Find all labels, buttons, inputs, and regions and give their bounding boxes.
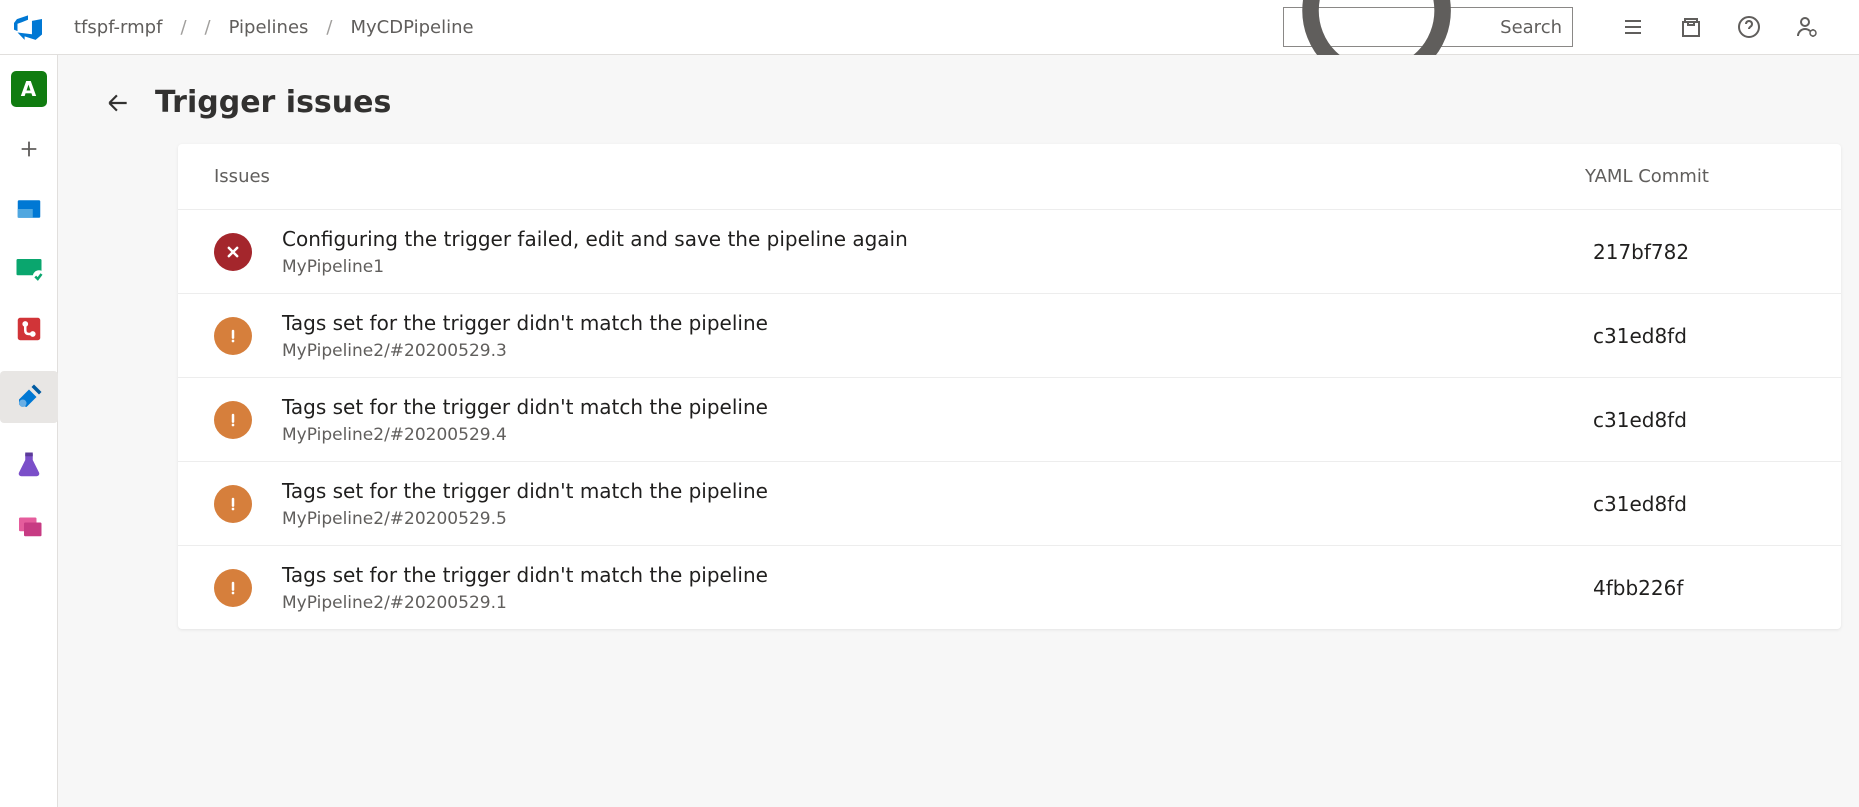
issues-card: Issues YAML Commit Configuring the trigg… <box>178 144 1841 629</box>
commit-hash[interactable]: c31ed8fd <box>1585 324 1805 348</box>
breadcrumb-separator: / <box>326 17 332 38</box>
breadcrumb-pipeline[interactable]: MyCDPipeline <box>351 17 474 38</box>
user-settings-icon[interactable] <box>1795 15 1819 39</box>
table-header: Issues YAML Commit <box>178 144 1841 210</box>
warning-icon <box>214 485 252 523</box>
issue-cell: Tags set for the trigger didn't match th… <box>282 310 1573 361</box>
issue-cell: Tags set for the trigger didn't match th… <box>282 562 1573 613</box>
warning-icon <box>214 401 252 439</box>
issue-subtitle: MyPipeline2/#20200529.5 <box>282 509 1573 529</box>
azure-devops-logo-icon[interactable] <box>12 11 44 43</box>
col-issues: Issues <box>214 166 1585 187</box>
nav-repos[interactable] <box>11 311 47 347</box>
issue-title: Tags set for the trigger didn't match th… <box>282 310 1573 337</box>
marketplace-icon[interactable] <box>1679 15 1703 39</box>
table-row[interactable]: Configuring the trigger failed, edit and… <box>178 210 1841 294</box>
issue-title: Configuring the trigger failed, edit and… <box>282 226 1573 253</box>
commit-hash[interactable]: c31ed8fd <box>1585 408 1805 432</box>
content: Trigger issues Issues YAML Commit Config… <box>58 55 1859 807</box>
page-title: Trigger issues <box>155 85 391 120</box>
commit-hash[interactable]: 217bf782 <box>1585 240 1805 264</box>
work-items-icon[interactable] <box>1621 15 1645 39</box>
breadcrumb-separator: / <box>180 17 186 38</box>
breadcrumb-separator: / <box>205 17 211 38</box>
table-row[interactable]: Tags set for the trigger didn't match th… <box>178 462 1841 546</box>
nav-boards[interactable] <box>11 251 47 287</box>
nav-overview[interactable] <box>11 191 47 227</box>
issue-title: Tags set for the trigger didn't match th… <box>282 394 1573 421</box>
issue-title: Tags set for the trigger didn't match th… <box>282 478 1573 505</box>
shell: A Trigger issues <box>0 55 1859 807</box>
warning-icon <box>214 317 252 355</box>
breadcrumb: tfspf-rmpf / / Pipelines / MyCDPipeline <box>52 17 474 38</box>
breadcrumb-project[interactable]: tfspf-rmpf <box>74 17 162 38</box>
col-commit: YAML Commit <box>1585 166 1805 187</box>
issue-subtitle: MyPipeline2/#20200529.1 <box>282 593 1573 613</box>
leftnav: A <box>0 55 58 807</box>
breadcrumb-area[interactable]: Pipelines <box>229 17 309 38</box>
topbar-actions <box>1581 15 1847 39</box>
error-icon <box>214 233 252 271</box>
project-tile[interactable]: A <box>11 71 47 107</box>
issue-cell: Tags set for the trigger didn't match th… <box>282 394 1573 445</box>
nav-pipelines[interactable] <box>0 371 58 423</box>
issue-subtitle: MyPipeline1 <box>282 257 1573 277</box>
table-row[interactable]: Tags set for the trigger didn't match th… <box>178 546 1841 629</box>
issue-cell: Configuring the trigger failed, edit and… <box>282 226 1573 277</box>
plus-icon <box>18 138 40 160</box>
topbar: tfspf-rmpf / / Pipelines / MyCDPipeline … <box>0 0 1859 55</box>
arrow-left-icon <box>105 90 131 116</box>
warning-icon <box>214 569 252 607</box>
issue-subtitle: MyPipeline2/#20200529.3 <box>282 341 1573 361</box>
search-placeholder: Search <box>1500 17 1562 38</box>
issue-title: Tags set for the trigger didn't match th… <box>282 562 1573 589</box>
issue-cell: Tags set for the trigger didn't match th… <box>282 478 1573 529</box>
issue-subtitle: MyPipeline2/#20200529.4 <box>282 425 1573 445</box>
page-header: Trigger issues <box>58 55 1859 140</box>
add-project-button[interactable] <box>11 131 47 167</box>
search-input[interactable]: Search <box>1283 7 1573 47</box>
nav-testplans[interactable] <box>11 447 47 483</box>
commit-hash[interactable]: c31ed8fd <box>1585 492 1805 516</box>
back-button[interactable] <box>103 88 133 118</box>
nav-artifacts[interactable] <box>11 507 47 543</box>
commit-hash[interactable]: 4fbb226f <box>1585 576 1805 600</box>
table-row[interactable]: Tags set for the trigger didn't match th… <box>178 294 1841 378</box>
table-row[interactable]: Tags set for the trigger didn't match th… <box>178 378 1841 462</box>
help-icon[interactable] <box>1737 15 1761 39</box>
